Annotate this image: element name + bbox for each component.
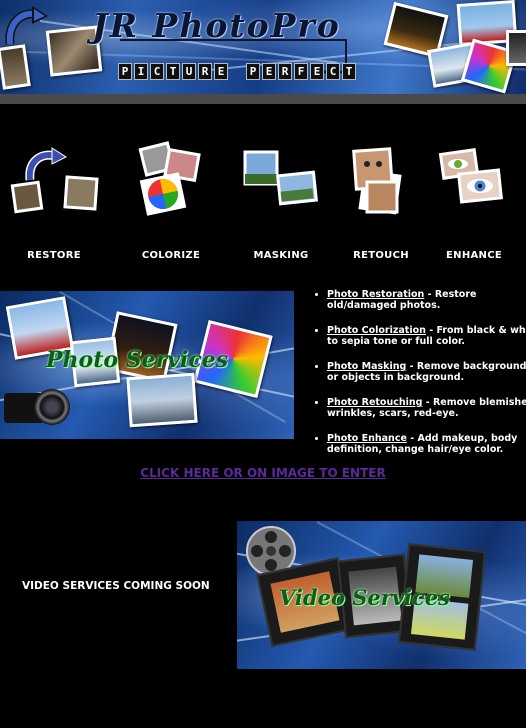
photo-masking-link[interactable]: Photo Masking [327, 361, 406, 372]
video-coming-soon-text: VIDEO SERVICES COMING SOON [22, 580, 210, 592]
video-services-banner[interactable]: Video Services [237, 521, 526, 669]
tagline-letter: P [118, 63, 132, 80]
tagline-letter: C [326, 63, 340, 80]
tagline-letter: I [134, 63, 148, 80]
list-item: Photo Enhance - Add makeup, body definit… [327, 433, 526, 455]
tagline-letter: E [262, 63, 276, 80]
service-retouch[interactable]: RETOUCH [331, 140, 431, 261]
photo-restoration-link[interactable]: Photo Restoration [327, 289, 424, 300]
photo-enhance-link[interactable]: Photo Enhance [327, 433, 407, 444]
service-masking[interactable]: MASKING [231, 140, 331, 261]
harbor-photo [126, 372, 198, 428]
service-label-masking[interactable]: MASKING [231, 250, 331, 261]
list-item: Photo Masking - Remove background or obj… [327, 361, 526, 383]
tagline-letter: U [182, 63, 196, 80]
tagline-space [230, 63, 244, 80]
header-banner: JR PhotoPro P I C T U R E P E R F E C T [0, 0, 526, 94]
camera-icon [4, 385, 70, 429]
photo-retouching-link[interactable]: Photo Retouching [327, 397, 422, 408]
service-label-restore[interactable]: RESTORE [4, 250, 104, 261]
service-enhance[interactable]: ENHANCE [424, 140, 524, 261]
colorize-photos-icon [138, 141, 201, 216]
tagline-letter: E [214, 63, 228, 80]
list-item: Photo Restoration - Restore old/damaged … [327, 289, 526, 311]
masking-photos-icon [243, 150, 319, 206]
retouch-photos-icon [352, 147, 402, 215]
tagline-letter: T [166, 63, 180, 80]
enter-link[interactable]: CLICK HERE OR ON IMAGE TO ENTER [0, 466, 526, 480]
tagline-letter: R [278, 63, 292, 80]
restore-photos-icon [10, 147, 99, 214]
curved-arrow-icon [5, 6, 48, 45]
tagline-letter: E [310, 63, 324, 80]
photo-services-banner[interactable]: Photo Services [0, 291, 294, 439]
camera-lens-photo [506, 30, 526, 66]
list-item: Photo Retouching - Remove blemishes, wri… [327, 397, 526, 419]
tagline-letter: T [342, 63, 356, 80]
service-restore[interactable]: RESTORE [4, 140, 104, 261]
video-services-title: Video Services [279, 585, 451, 610]
tagline-letter: C [150, 63, 164, 80]
tagline-letter: P [246, 63, 260, 80]
tagline-letter: F [294, 63, 308, 80]
service-list: Photo Restoration - Restore old/damaged … [313, 289, 526, 469]
tagline-letter: R [198, 63, 212, 80]
service-label-colorize[interactable]: COLORIZE [121, 250, 221, 261]
list-item: Photo Colorization - From black & white … [327, 325, 526, 347]
service-colorize[interactable]: COLORIZE [121, 140, 221, 261]
service-label-enhance[interactable]: ENHANCE [424, 250, 524, 261]
photo-colorization-link[interactable]: Photo Colorization [327, 325, 426, 336]
tagline: P I C T U R E P E R F E C T [118, 63, 356, 80]
header-divider [0, 94, 526, 104]
photo-services-title: Photo Services [46, 347, 229, 373]
service-label-retouch[interactable]: RETOUCH [331, 250, 431, 261]
enhance-eye-icon [438, 148, 504, 204]
